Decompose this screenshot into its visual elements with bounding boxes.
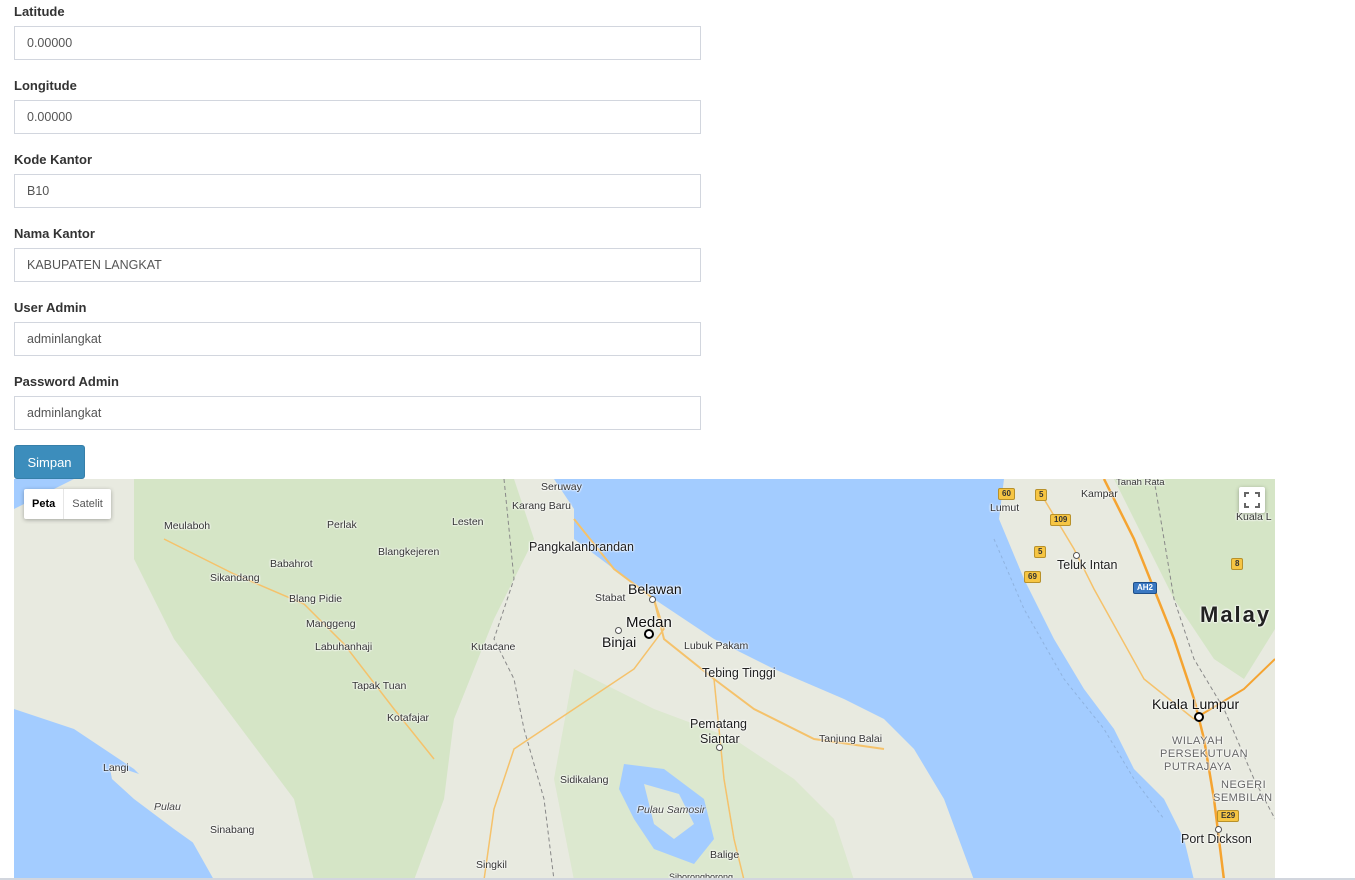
map-label-pematang: Pematang [690, 717, 747, 731]
map-label-kuala-lumpur: Kuala Lumpur [1152, 696, 1240, 712]
map-label-pangkalanbrandan: Pangkalanbrandan [529, 540, 634, 554]
longitude-field-group: Longitude [14, 74, 701, 148]
office-code-label: Kode Kantor [14, 152, 92, 167]
road-shield-60: 60 [998, 488, 1015, 500]
map-label-persekutuan: PERSEKUTUAN [1160, 748, 1249, 760]
map-label-putrajaya: PUTRAJAYA [1164, 761, 1232, 773]
map-label-binjai: Binjai [602, 634, 637, 650]
map-label-tanjung-balai: Tanjung Balai [819, 733, 883, 745]
map-label-sikandang: Sikandang [210, 572, 260, 584]
map-label-blangkejeren: Blangkejeren [378, 546, 440, 558]
map-label-teluk-intan: Teluk Intan [1057, 558, 1118, 572]
latitude-label: Latitude [14, 4, 65, 19]
office-code-input[interactable] [14, 174, 701, 208]
road-shield-ah2: AH2 [1133, 582, 1158, 594]
fullscreen-button[interactable] [1239, 487, 1265, 513]
city-dot-medan [644, 629, 654, 639]
map-label-sembilan: SEMBILAN [1213, 792, 1273, 804]
map-label-perlak: Perlak [327, 519, 357, 531]
map-label-port-dickson: Port Dickson [1181, 832, 1252, 846]
map-label-wilayah: WILAYAH [1172, 735, 1224, 747]
map-label-belawan: Belawan [628, 581, 682, 597]
admin-user-field-group: User Admin [14, 296, 701, 370]
longitude-label: Longitude [14, 78, 77, 93]
latitude-input[interactable] [14, 26, 701, 60]
longitude-input[interactable] [14, 100, 701, 134]
map-label-lubuk-pakam: Lubuk Pakam [684, 640, 749, 652]
office-name-input[interactable] [14, 248, 701, 282]
map-label-sidikalang: Sidikalang [560, 774, 609, 786]
city-dot-siantar [716, 744, 723, 751]
city-dot-kuala-lumpur [1194, 712, 1204, 722]
map-label-kutacane: Kutacane [471, 641, 516, 653]
city-dot-belawan [649, 596, 656, 603]
map-label-meulaboh: Meulaboh [164, 520, 211, 532]
map-type-map-button[interactable]: Peta [24, 489, 65, 519]
map-label-kampar: Kampar [1081, 488, 1118, 500]
map-label-malaysia: Malay [1200, 602, 1272, 627]
map-label-labuhanhaji: Labuhanhaji [315, 641, 373, 653]
map-label-singkil: Singkil [476, 859, 507, 871]
map-label-tanah-rata: Tanah Rata [1116, 479, 1165, 488]
latitude-field-group: Latitude [14, 0, 701, 74]
map-type-satellite-button[interactable]: Satelit [64, 489, 111, 519]
map-label-babahrot: Babahrot [270, 558, 313, 570]
admin-user-input[interactable] [14, 322, 701, 356]
admin-password-input[interactable] [14, 396, 701, 430]
map-label-kuala-l: Kuala L [1236, 511, 1272, 523]
map-label-kotafajar: Kotafajar [387, 712, 430, 724]
map-label-sinabang: Sinabang [210, 824, 255, 836]
road-shield-e29: E29 [1217, 810, 1240, 822]
office-form: Latitude Longitude Kode Kantor Nama Kant… [14, 0, 701, 444]
city-dot-port-dickson [1215, 826, 1222, 833]
road-shield-109: 109 [1050, 514, 1072, 526]
map-label-manggeng: Manggeng [306, 618, 356, 630]
office-code-field-group: Kode Kantor [14, 148, 701, 222]
map-label-karang-baru: Karang Baru [512, 500, 571, 512]
road-shield-8: 8 [1231, 558, 1244, 570]
map-label-stabat: Stabat [595, 592, 626, 604]
map-label-negeri: NEGERI [1221, 779, 1267, 791]
map-label-pulau: Pulau [154, 801, 181, 813]
fullscreen-icon [1244, 492, 1260, 508]
map-type-control: Peta Satelit [24, 489, 111, 519]
map-label-langi: Langi [103, 762, 129, 774]
map-label-pulau-samosir: Pulau Samosir [637, 804, 706, 816]
map-label-blang-pidie: Blang Pidie [289, 593, 343, 605]
map-label-tebing-tinggi: Tebing Tinggi [702, 666, 776, 680]
map-label-balige: Balige [710, 849, 740, 861]
road-shield-5: 5 [1035, 489, 1048, 501]
map-label-seruway: Seruway [541, 481, 582, 493]
map-base-layer [14, 479, 1275, 880]
city-dot-teluk-intan [1073, 552, 1080, 559]
map-label-lesten: Lesten [452, 516, 484, 528]
map-label-lumut: Lumut [990, 502, 1020, 514]
save-button[interactable]: Simpan [14, 445, 85, 479]
map-view[interactable]: Peta Satelit Seruway Karang Baru Meulabo… [14, 479, 1275, 880]
admin-password-label: Password Admin [14, 374, 119, 389]
office-name-field-group: Nama Kantor [14, 222, 701, 296]
city-dot-binjai [615, 627, 622, 634]
map-label-tapak-tuan: Tapak Tuan [352, 680, 407, 692]
admin-password-field-group: Password Admin [14, 370, 701, 444]
road-shield-5b: 5 [1034, 546, 1047, 558]
office-name-label: Nama Kantor [14, 226, 95, 241]
road-shield-69: 69 [1024, 571, 1041, 583]
admin-user-label: User Admin [14, 300, 87, 315]
